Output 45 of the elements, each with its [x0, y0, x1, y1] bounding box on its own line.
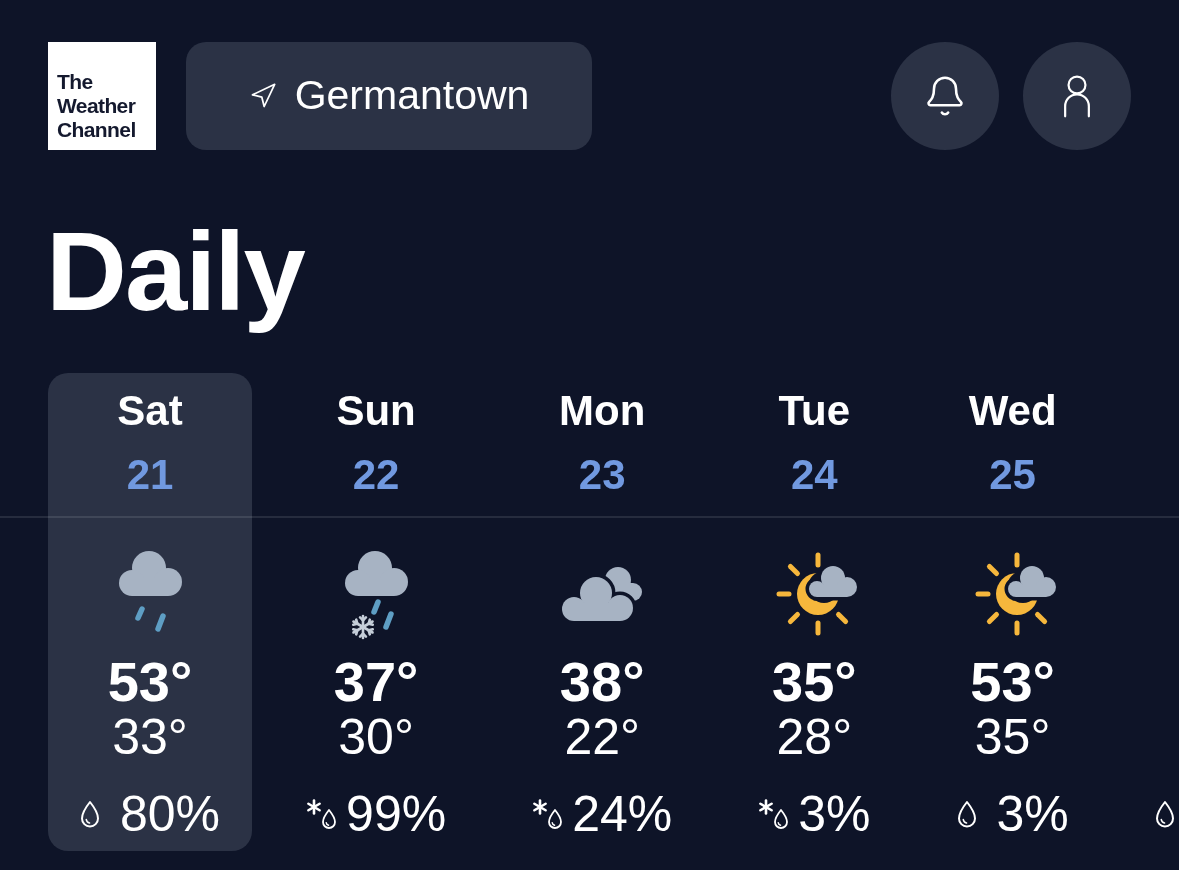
day-name: Tue	[778, 387, 851, 435]
raindrop-icon	[956, 800, 977, 828]
day-card[interactable]: Wed 25 53° 35° 3%	[924, 373, 1101, 851]
low-temperature: 22°	[564, 712, 640, 762]
day-card[interactable]: Tue 24 35° 28° 3%	[726, 373, 903, 851]
low-temperature: 35°	[974, 712, 1051, 762]
day-date: 21	[126, 451, 174, 499]
day-date: 22	[352, 451, 400, 499]
logo: The Weather Channel	[48, 42, 156, 150]
high-temperature: 53°	[970, 654, 1055, 710]
high-temperature: 37°	[333, 654, 419, 710]
location-button[interactable]: Germantown	[186, 42, 592, 150]
day-card[interactable]: Sun 22 37° 30° 99%	[274, 373, 479, 851]
precipitation-chance: 99%	[346, 790, 447, 838]
precipitation-chance: 80%	[120, 790, 221, 838]
day-date: 24	[791, 451, 838, 499]
day-date: 25	[989, 451, 1036, 499]
snowflake-raindrop-icon	[532, 799, 565, 829]
day-name: Wed	[968, 387, 1057, 435]
day-name: Sat	[117, 387, 183, 435]
day-name: Mon	[559, 387, 646, 435]
precipitation-chance: 3%	[798, 790, 871, 838]
high-temperature: 53°	[107, 654, 193, 710]
low-temperature: 30°	[338, 712, 414, 762]
rain-snow-cloud-icon	[344, 551, 408, 640]
page-title: Daily	[46, 208, 306, 336]
sun-moon-cloud-icon	[974, 552, 1057, 636]
snowflake-raindrop-icon	[306, 799, 339, 829]
raindrop-icon	[80, 800, 100, 828]
day-date: 23	[578, 451, 626, 499]
day-name: Sun	[336, 387, 416, 435]
day-card[interactable]: Mon 23 38° 22° 24%	[500, 373, 705, 851]
day-card[interactable]: Sat 21 53° 33° 80%	[48, 373, 253, 851]
snowflake-raindrop-icon	[758, 799, 791, 829]
raindrop-icon	[1154, 800, 1175, 828]
low-temperature: 28°	[776, 712, 853, 762]
high-temperature: 38°	[559, 654, 645, 710]
person-icon	[1062, 74, 1092, 118]
precipitation-chance: 24%	[572, 790, 673, 838]
high-temperature: 35°	[772, 654, 857, 710]
clouds-icon	[562, 567, 643, 621]
sun-moon-cloud-icon	[776, 552, 859, 636]
low-temperature: 33°	[112, 712, 188, 762]
precipitation-chance: 3%	[996, 790, 1069, 838]
rain-cloud-icon	[118, 551, 182, 632]
